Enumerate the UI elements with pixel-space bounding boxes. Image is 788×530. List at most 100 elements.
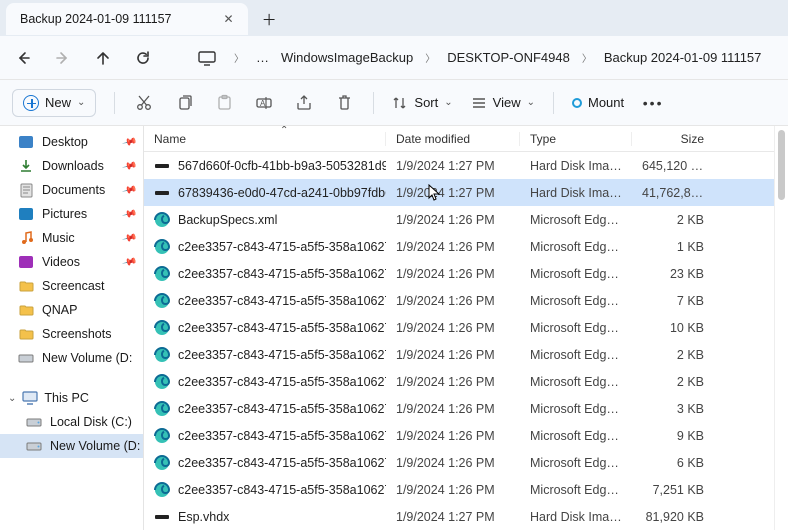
nav-forward-button[interactable] — [50, 45, 76, 71]
file-type: Microsoft Edge HTM… — [520, 429, 632, 443]
file-row[interactable]: c2ee3357-c843-4715-a5f5-358a106278f2_Reg… — [144, 287, 774, 314]
file-size: 2 KB — [632, 348, 714, 362]
sort-indicator-icon: ⌃ — [280, 126, 288, 136]
sidebar-item-label: Screencast — [42, 279, 105, 293]
copy-icon[interactable] — [173, 92, 195, 114]
folder-icon — [18, 326, 34, 342]
breadcrumb-item-1[interactable]: WindowsImageBackup — [281, 50, 413, 65]
col-size-label: Size — [681, 132, 704, 146]
col-name[interactable]: Name — [144, 132, 386, 146]
paste-icon[interactable] — [213, 92, 235, 114]
cut-icon[interactable] — [133, 92, 155, 114]
sidebar-item-qnap[interactable]: QNAP — [0, 298, 143, 322]
file-row[interactable]: c2ee3357-c843-4715-a5f5-358a106278f2_Wri… — [144, 314, 774, 341]
file-size: 2 KB — [632, 375, 714, 389]
desktop-icon — [18, 134, 34, 150]
nav-up-button[interactable] — [90, 45, 116, 71]
file-row[interactable]: c2ee3357-c843-4715-a5f5-358a106278f2_Wri… — [144, 449, 774, 476]
sidebar-item-pictures[interactable]: Pictures📌 — [0, 202, 143, 226]
col-type[interactable]: Type — [520, 132, 632, 146]
mount-button[interactable]: Mount — [572, 95, 624, 110]
file-date: 1/9/2024 1:26 PM — [386, 348, 520, 362]
chevron-right-icon: 〉 — [234, 50, 244, 65]
edge-html-icon — [154, 293, 170, 309]
file-type: Hard Disk Image File — [520, 159, 632, 173]
file-date: 1/9/2024 1:26 PM — [386, 483, 520, 497]
toolbar-separator — [373, 92, 374, 114]
chevron-right-icon: 〉 — [425, 50, 435, 65]
file-row[interactable]: c2ee3357-c843-4715-a5f5-358a106278f2_Com… — [144, 260, 774, 287]
file-name: c2ee3357-c843-4715-a5f5-358a106278f2_Wri… — [178, 375, 386, 389]
nav-back-button[interactable] — [10, 45, 36, 71]
sidebar-item-screenshots[interactable]: Screenshots — [0, 322, 143, 346]
file-row[interactable]: 567d660f-0cfb-41bb-b9a3-5053281d93da.vhd… — [144, 152, 774, 179]
breadcrumb-item-3[interactable]: Backup 2024-01-09 111157 — [604, 50, 762, 65]
sidebar-item-downloads[interactable]: Downloads📌 — [0, 154, 143, 178]
file-date: 1/9/2024 1:27 PM — [386, 510, 520, 524]
sort-button[interactable]: Sort ⌄ — [392, 95, 452, 111]
breadcrumb-ellipsis[interactable]: … — [256, 50, 269, 65]
sidebar-item-videos[interactable]: Videos📌 — [0, 250, 143, 274]
monitor-icon[interactable] — [194, 45, 220, 71]
tab-bar: Backup 2024-01-09 111157 ✕ ＋ — [0, 0, 788, 36]
tab-close-icon[interactable]: ✕ — [220, 10, 238, 28]
more-icon[interactable]: ••• — [642, 92, 664, 114]
file-name: BackupSpecs.xml — [178, 213, 277, 227]
file-row[interactable]: 67839436-e0d0-47cd-a241-0bb97fdb6647.vhd… — [144, 179, 774, 206]
delete-icon[interactable] — [333, 92, 355, 114]
pc-icon — [22, 390, 38, 406]
view-button[interactable]: View ⌄ — [471, 95, 535, 111]
sidebar-quick-access: Desktop📌Downloads📌Documents📌Pictures📌Mus… — [0, 130, 143, 370]
file-date: 1/9/2024 1:27 PM — [386, 159, 520, 173]
sidebar-item-documents[interactable]: Documents📌 — [0, 178, 143, 202]
sidebar-this-pc[interactable]: ⌄ This PC — [0, 386, 143, 410]
file-row[interactable]: c2ee3357-c843-4715-a5f5-358a106278f2_Wri… — [144, 476, 774, 503]
sidebar-item-new-volume-d-[interactable]: New Volume (D: — [0, 346, 143, 370]
file-row[interactable]: Esp.vhdx1/9/2024 1:27 PMHard Disk Image … — [144, 503, 774, 530]
sidebar-item-screencast[interactable]: Screencast — [0, 274, 143, 298]
sidebar-item-label: Downloads — [42, 159, 104, 173]
new-button[interactable]: New ⌄ — [12, 89, 96, 117]
file-type: Hard Disk Image File — [520, 510, 632, 524]
scrollbar-thumb[interactable] — [778, 130, 785, 200]
vertical-scrollbar[interactable] — [774, 126, 788, 530]
tab-current[interactable]: Backup 2024-01-09 111157 ✕ — [6, 3, 248, 35]
file-row[interactable]: c2ee3357-c843-4715-a5f5-358a106278f2_Wri… — [144, 341, 774, 368]
breadcrumb-item-2[interactable]: DESKTOP-ONF4948 — [447, 50, 570, 65]
file-name: c2ee3357-c843-4715-a5f5-358a106278f2_Wri… — [178, 348, 386, 362]
file-row[interactable]: c2ee3357-c843-4715-a5f5-358a106278f2_Add… — [144, 233, 774, 260]
col-size[interactable]: Size — [632, 132, 714, 146]
sidebar: Desktop📌Downloads📌Documents📌Pictures📌Mus… — [0, 126, 144, 530]
share-icon[interactable] — [293, 92, 315, 114]
file-type: Microsoft Edge HTM… — [520, 213, 632, 227]
col-date[interactable]: Date modified — [386, 132, 520, 146]
file-type: Microsoft Edge HTM… — [520, 294, 632, 308]
sidebar-new-volume[interactable]: New Volume (D: — [0, 434, 143, 458]
file-row[interactable]: c2ee3357-c843-4715-a5f5-358a106278f2_Wri… — [144, 368, 774, 395]
view-label: View — [493, 95, 521, 110]
sidebar-this-pc-label: This PC — [44, 391, 88, 405]
file-row[interactable]: c2ee3357-c843-4715-a5f5-358a106278f2_Wri… — [144, 422, 774, 449]
drive-icon — [18, 350, 34, 366]
file-name: 567d660f-0cfb-41bb-b9a3-5053281d93da.vhd… — [178, 159, 386, 173]
file-date: 1/9/2024 1:27 PM — [386, 186, 520, 200]
file-row[interactable]: c2ee3357-c843-4715-a5f5-358a106278f2_Wri… — [144, 395, 774, 422]
sidebar-item-desktop[interactable]: Desktop📌 — [0, 130, 143, 154]
col-date-label: Date modified — [396, 132, 470, 146]
file-type: Microsoft Edge HTM… — [520, 483, 632, 497]
nav-refresh-button[interactable] — [130, 45, 156, 71]
sidebar-local-disk[interactable]: Local Disk (C:) — [0, 410, 143, 434]
col-type-label: Type — [530, 132, 556, 146]
edge-html-icon — [154, 212, 170, 228]
rename-icon[interactable]: A — [253, 92, 275, 114]
file-row[interactable]: BackupSpecs.xml1/9/2024 1:26 PMMicrosoft… — [144, 206, 774, 233]
sidebar-item-music[interactable]: Music📌 — [0, 226, 143, 250]
sidebar-new-volume-label: New Volume (D: — [50, 439, 140, 453]
pictures-icon — [18, 206, 34, 222]
videos-icon — [18, 254, 34, 270]
breadcrumb: 〉 … WindowsImageBackup 〉 DESKTOP-ONF4948… — [234, 50, 761, 65]
edge-html-icon — [154, 320, 170, 336]
download-icon — [18, 158, 34, 174]
new-tab-button[interactable]: ＋ — [256, 5, 283, 34]
pin-icon: 📌 — [121, 230, 137, 246]
